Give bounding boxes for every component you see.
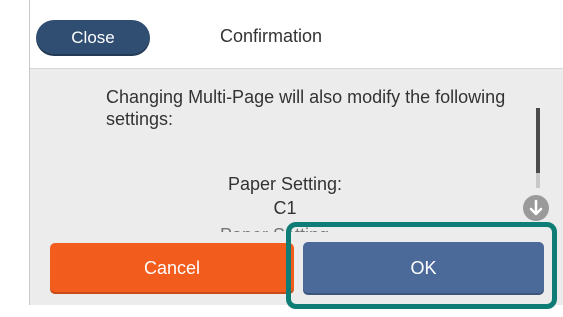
setting-name: Paper Setting: (227, 174, 343, 194)
scrollbar-thumb[interactable] (536, 108, 540, 173)
cancel-button[interactable]: Cancel (50, 243, 294, 294)
close-button[interactable]: Close (36, 20, 150, 56)
ok-button[interactable]: OK (303, 242, 544, 295)
arrow-down-icon (529, 199, 543, 216)
setting-value: C1 (273, 198, 297, 218)
scroll-down-icon[interactable] (523, 195, 549, 221)
header-bar: Close Confirmation (30, 0, 563, 69)
page-title: Confirmation (220, 26, 323, 46)
confirmation-message: Changing Multi-Page will also modify the… (106, 87, 506, 129)
printer-panel-screen: Close Confirmation Changing Multi-Page w… (29, 0, 563, 305)
